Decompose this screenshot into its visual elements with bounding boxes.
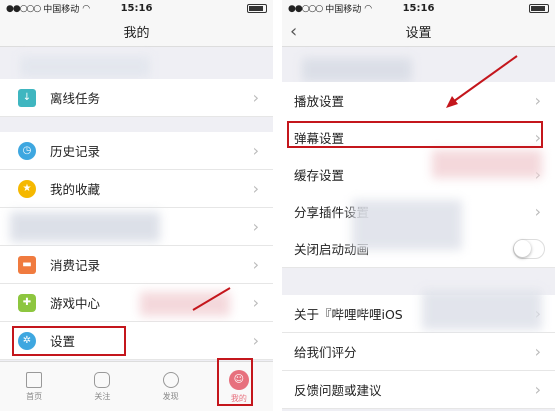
tab-label: 关注: [94, 391, 111, 401]
chevron-right-icon: ›: [252, 179, 259, 198]
nav-bar: 我的: [0, 17, 273, 47]
tab-follow[interactable]: 关注: [68, 362, 136, 411]
menu-item-favorites[interactable]: ★ 我的收藏 ›: [0, 170, 273, 208]
chevron-right-icon: ›: [534, 342, 541, 361]
menu-item-label: 我的收藏: [50, 182, 101, 197]
star-icon: ★: [18, 179, 36, 198]
menu-item-label: 历史记录: [50, 144, 101, 159]
wallet-icon: ▬: [18, 255, 36, 274]
clock-icon: ◷: [18, 141, 36, 160]
tab-label: 发现: [162, 391, 179, 401]
chevron-right-icon: ›: [534, 380, 541, 399]
battery-icon: [247, 4, 267, 13]
settings-item-label: 给我们评分: [294, 345, 357, 360]
status-time: 15:16: [402, 3, 435, 14]
chevron-right-icon: ›: [252, 88, 259, 107]
home-icon: [26, 371, 43, 388]
chevron-right-icon: ›: [252, 293, 259, 312]
settings-item-label: 播放设置: [294, 94, 345, 109]
status-bar: ●●○○○ 中国移动 ◠ 15:16: [282, 0, 555, 17]
status-time: 15:16: [120, 3, 153, 14]
search-icon: [162, 371, 179, 388]
nav-bar: ‹ 设置: [282, 17, 555, 47]
follow-icon: [94, 371, 111, 388]
menu-item-offline[interactable]: ↓ 离线任务 ›: [0, 79, 273, 117]
chevron-right-icon: ›: [534, 91, 541, 110]
chevron-right-icon: ›: [252, 217, 259, 236]
profile-screen: ●●○○○ 中国移动 ◠ 15:16 我的 ↓ 离线任务 › ◷ 历史记录 › …: [0, 0, 273, 411]
chevron-right-icon: ›: [252, 141, 259, 160]
back-chevron-icon[interactable]: ‹: [290, 21, 297, 42]
menu-item-purchases[interactable]: ▬ 消费记录 ›: [0, 246, 273, 284]
chevron-right-icon: ›: [252, 331, 259, 350]
arrow-annotation: [192, 287, 231, 311]
startup-animation-toggle[interactable]: [513, 238, 545, 259]
tab-discover[interactable]: 发现: [137, 362, 205, 411]
menu-item-label: 消费记录: [50, 258, 101, 273]
page-title: 设置: [405, 26, 432, 41]
status-bar: ●●○○○ 中国移动 ◠ 15:16: [0, 0, 273, 17]
tab-home[interactable]: 首页: [0, 362, 68, 411]
chevron-right-icon: ›: [252, 255, 259, 274]
settings-item-label: 反馈问题或建议: [294, 383, 382, 398]
settings-screen: ●●○○○ 中国移动 ◠ 15:16 ‹ 设置 播放设置 › 弹幕设置 › 缓存…: [282, 0, 555, 411]
tab-label: 首页: [26, 391, 43, 401]
chevron-right-icon: ›: [534, 202, 541, 221]
settings-item-label: 缓存设置: [294, 168, 345, 183]
menu-item-label: 离线任务: [50, 91, 101, 106]
download-icon: ↓: [18, 88, 36, 107]
settings-item-label: 关于『哔哩哔哩iOS: [294, 307, 403, 322]
menu-item-history[interactable]: ◷ 历史记录 ›: [0, 132, 273, 170]
page-title: 我的: [123, 26, 150, 41]
gamepad-icon: ✚: [18, 293, 36, 312]
settings-item-feedback[interactable]: 反馈问题或建议 ›: [282, 371, 555, 409]
settings-item-rate[interactable]: 给我们评分 ›: [282, 333, 555, 371]
battery-icon: [529, 4, 549, 13]
menu-item-label: 游戏中心: [50, 296, 101, 311]
mine-tab-highlight-box: [217, 358, 253, 406]
danmaku-highlight-box: [287, 121, 543, 148]
settings-highlight-box: [12, 326, 126, 356]
arrow-annotation: [446, 55, 518, 108]
